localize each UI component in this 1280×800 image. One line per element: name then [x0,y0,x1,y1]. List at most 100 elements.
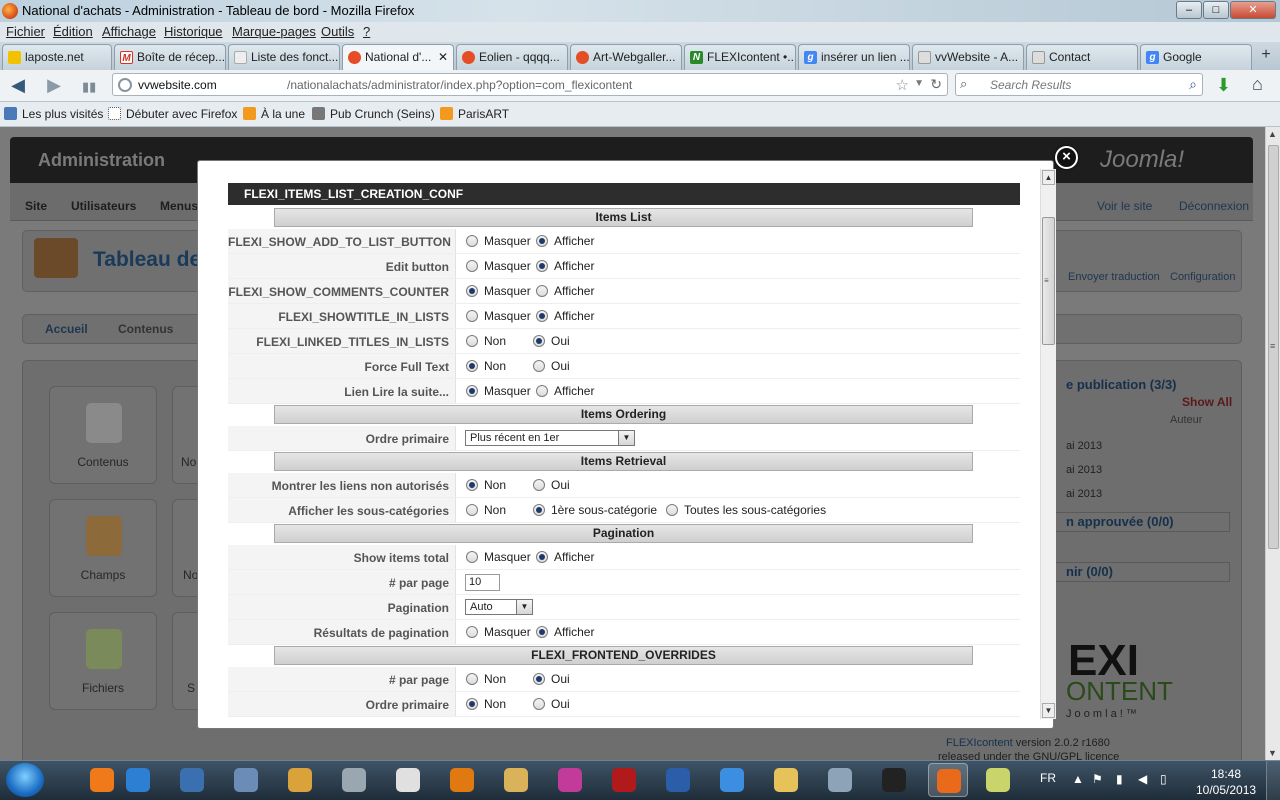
radio-non[interactable] [466,479,478,491]
radio-afficher[interactable] [536,385,548,397]
clock[interactable]: 18:48 10/05/2013 [1196,766,1256,798]
close-modal-button[interactable]: × [1055,146,1078,169]
radio-afficher[interactable] [536,626,548,638]
close-tab-icon[interactable]: ✕ [438,50,448,64]
taskbar-app-app-pink[interactable] [550,763,590,797]
back-button[interactable]: ◀ [6,75,30,97]
taskbar-app-package[interactable] [280,763,320,797]
modal-scrollbar[interactable]: ▲ ≡ ▼ [1040,169,1056,719]
bookmark-plus-visites[interactable]: Les plus visités [4,107,103,121]
menu-fichier[interactable]: Fichier [6,24,45,39]
menu-edition[interactable]: Édition [53,24,93,39]
flag-icon[interactable]: ⚑ [1092,772,1103,786]
tab-flexicontent[interactable]: N FLEXIcontent •... [684,44,796,70]
menu-affichage[interactable]: Affichage [102,24,156,39]
start-button[interactable] [6,763,44,797]
per-page-input[interactable]: 10 [465,574,500,591]
bookmark-a-la-une[interactable]: À la une [243,107,305,121]
radio-masquer[interactable] [466,626,478,638]
taskbar-app-ie[interactable] [712,763,752,797]
battery-icon[interactable]: ▯ [1160,772,1167,786]
scroll-up-icon[interactable]: ▲ [1268,129,1277,139]
bookmark-debuter[interactable]: Débuter avec Firefox [108,107,237,121]
url-bar[interactable]: vvwebsite.com /nationalachats/administra… [112,73,948,96]
menu-help[interactable]: ? [363,24,370,39]
taskbar-app-filezilla[interactable] [604,763,644,797]
radio-oui[interactable] [533,673,545,685]
radio-first-subcat[interactable] [533,504,545,516]
page-scrollbar[interactable]: ▲ ≡ ▼ [1265,127,1280,760]
radio-all-subcats[interactable] [666,504,678,516]
radio-non[interactable] [466,360,478,372]
radio-masquer[interactable] [466,260,478,272]
tab-laposte[interactable]: laposte.net [2,44,112,70]
radio-masquer[interactable] [466,385,478,397]
scroll-up-icon[interactable]: ▲ [1042,170,1055,185]
language-indicator[interactable]: FR [1040,771,1056,785]
taskbar-app-paint2[interactable] [978,763,1018,797]
scroll-down-icon[interactable]: ▼ [1268,748,1277,758]
bookmark-pub-crunch[interactable]: Pub Crunch (Seins) [312,107,435,121]
search-icon[interactable]: ⌕ [1189,76,1197,93]
menu-outils[interactable]: Outils [321,24,354,39]
taskbar-app-pdf24[interactable] [388,763,428,797]
radio-non[interactable] [466,673,478,685]
radio-afficher[interactable] [536,285,548,297]
url-dropdown-icon[interactable]: ▼ [914,78,924,89]
forward-button[interactable]: ▶ [42,75,66,97]
radio-masquer[interactable] [466,285,478,297]
radio-afficher[interactable] [536,310,548,322]
taskbar-app-media[interactable] [118,763,158,797]
scroll-down-icon[interactable]: ▼ [1042,703,1055,718]
maximize-button[interactable]: □ [1203,1,1229,19]
tab-art-webgallery[interactable]: Art-Webgaller... [570,44,682,70]
radio-afficher[interactable] [536,235,548,247]
taskbar-app-firefox[interactable] [928,763,968,797]
menu-marque-pages[interactable]: Marque-pages [232,24,316,39]
radio-non[interactable] [466,504,478,516]
taskbar-app-paint[interactable] [496,763,536,797]
home-icon[interactable]: ⌂ [1252,74,1263,95]
minimize-button[interactable]: ‒ [1176,1,1202,19]
reload-icon[interactable]: ↻ [930,76,942,93]
taskbar-app-word[interactable] [658,763,698,797]
radio-oui[interactable] [533,698,545,710]
search-engine-icon[interactable]: ⌕ [960,76,967,92]
taskbar-app-excel-like[interactable] [226,763,266,797]
tray-expand-icon[interactable]: ▲ [1072,772,1084,786]
tab-liste-fonct[interactable]: Liste des fonct... [228,44,340,70]
show-desktop-button[interactable] [1266,760,1280,800]
radio-afficher[interactable] [536,551,548,563]
network-icon[interactable]: ▮ [1116,772,1123,786]
menu-historique[interactable]: Historique [164,24,223,39]
taskbar-app-calculator[interactable] [820,763,860,797]
radio-masquer[interactable] [466,235,478,247]
volume-icon[interactable]: ◀ [1138,772,1147,786]
taskbar-app-outlook[interactable] [172,763,212,797]
tab-boite-reception[interactable]: M Boîte de récep... [114,44,226,70]
radio-afficher[interactable] [536,260,548,272]
pagination-select[interactable]: Auto ▼ [465,599,533,615]
tab-national-achats[interactable]: National d'... ✕ [342,44,454,71]
search-input[interactable]: ⌕ Search Results ⌕ [955,73,1203,96]
tab-contact[interactable]: Contact [1026,44,1138,70]
close-window-button[interactable]: ✕ [1230,1,1276,19]
taskbar-app-explorer[interactable] [766,763,806,797]
radio-oui[interactable] [533,479,545,491]
radio-non[interactable] [466,698,478,710]
radio-oui[interactable] [533,335,545,347]
new-tab-button[interactable]: + [1255,46,1277,66]
taskbar-app-blackberry[interactable] [874,763,914,797]
tab-inserer-lien[interactable]: g insérer un lien ... [798,44,910,70]
tab-vvwebsite[interactable]: vvWebsite - A... [912,44,1024,70]
tab-eolien[interactable]: Eolien - qqqq... [456,44,568,70]
bookmark-parisart[interactable]: ParisART [440,107,509,121]
radio-non[interactable] [466,335,478,347]
taskbar-app-scanner[interactable] [334,763,374,797]
download-icon[interactable]: ⬇ [1216,75,1231,96]
bookmark-star-icon[interactable]: ☆ [896,76,909,94]
radio-oui[interactable] [533,360,545,372]
taskbar-app-app-orange[interactable] [442,763,482,797]
primary-order-select[interactable]: Plus récent en 1er ▼ [465,430,635,446]
tab-google[interactable]: g Google [1140,44,1252,70]
